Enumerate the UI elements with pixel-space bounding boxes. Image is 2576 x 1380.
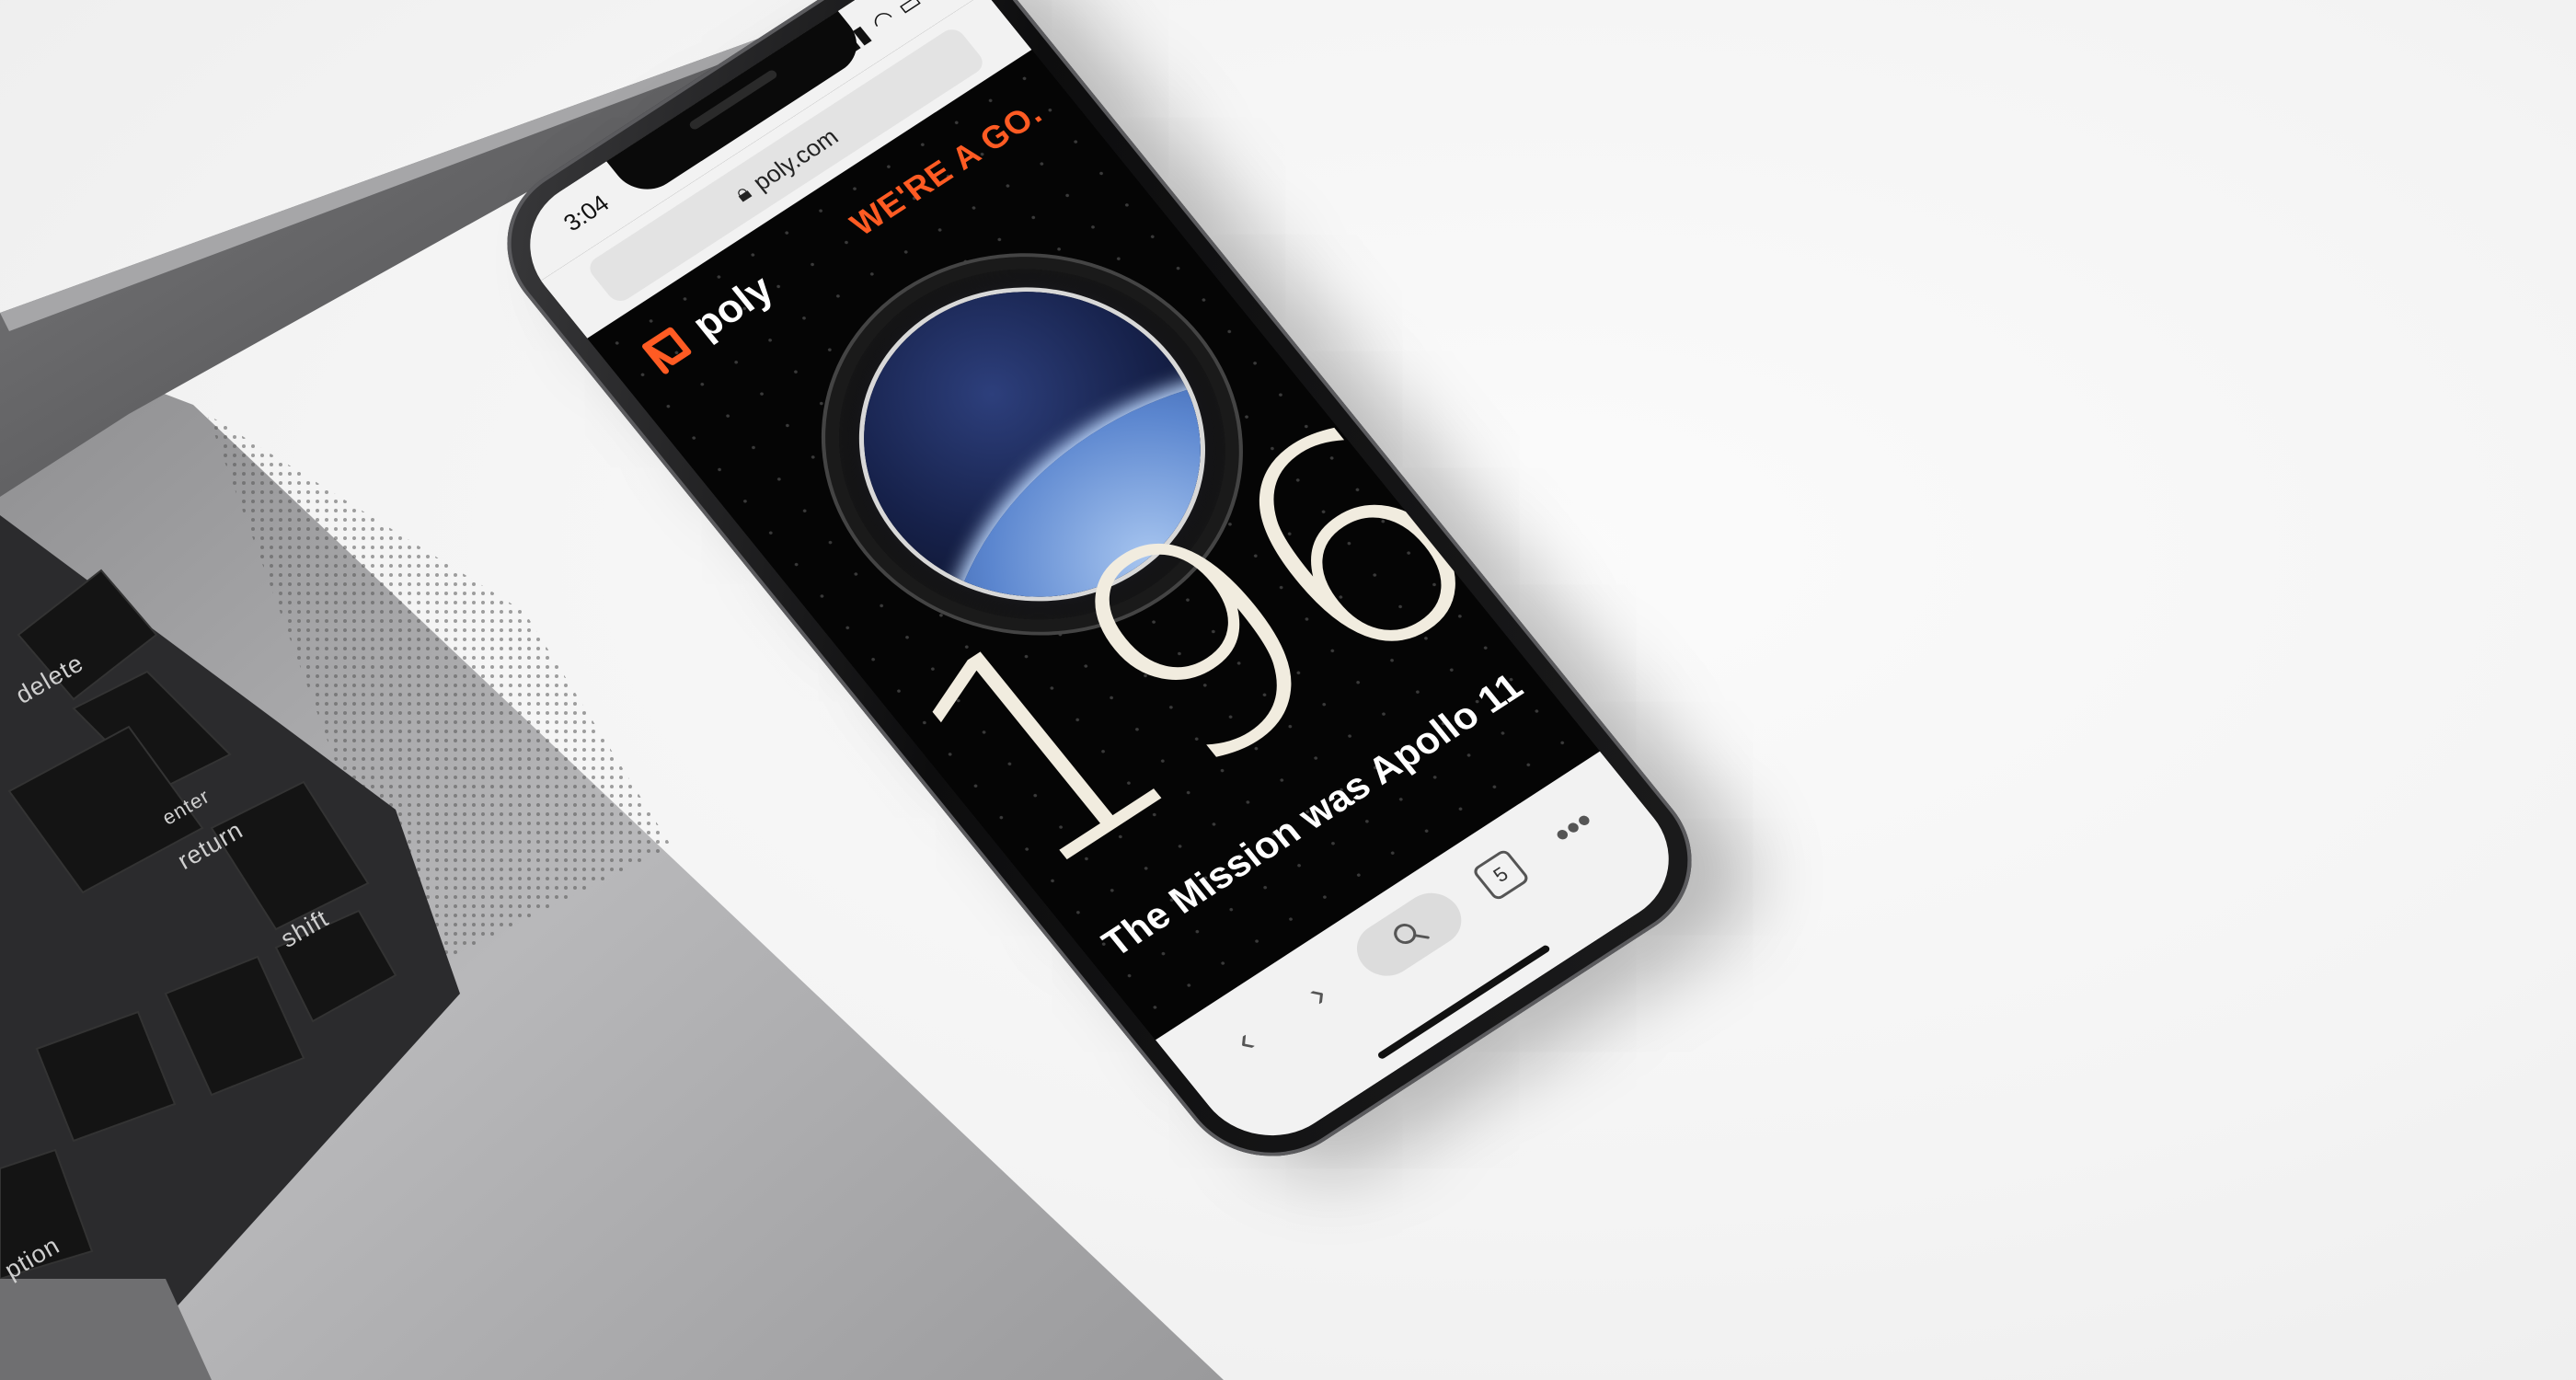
battery-icon: ▭ — [890, 0, 927, 20]
tab-count: 5 — [1471, 847, 1531, 903]
logo-text: poly — [684, 266, 782, 348]
product-mockup-scene: delete enter return shift ption 3:04 ▮▮▮ — [0, 0, 2576, 1380]
lock-icon: 🔒︎ — [728, 178, 757, 207]
status-time: 3:04 — [558, 189, 615, 236]
more-button[interactable]: ••• — [1529, 788, 1618, 867]
search-icon — [1394, 924, 1430, 944]
wifi-icon: ◠ — [865, 3, 901, 37]
forward-button[interactable]: › — [1273, 955, 1363, 1033]
back-button[interactable]: ‹ — [1201, 1002, 1290, 1080]
poly-logo-icon — [642, 327, 692, 374]
tabs-button[interactable]: 5 — [1456, 835, 1546, 914]
